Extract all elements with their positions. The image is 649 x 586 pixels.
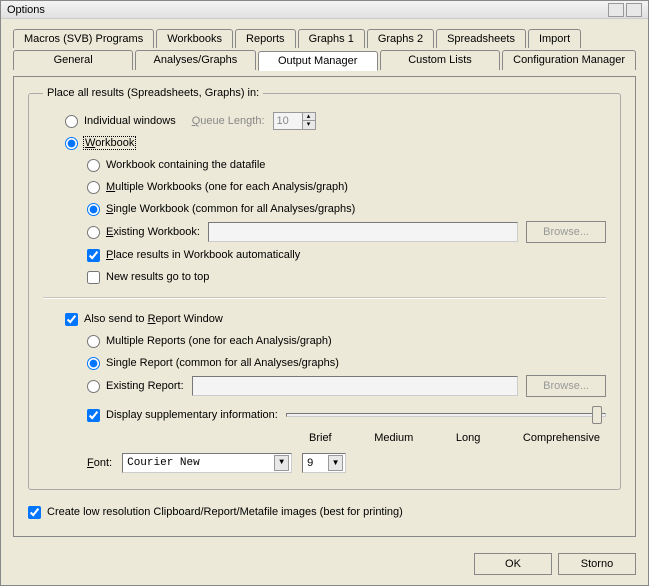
- display-supplementary-label: Display supplementary information:: [106, 409, 278, 421]
- queue-length-input[interactable]: [274, 113, 302, 129]
- chevron-down-icon[interactable]: ▼: [328, 455, 343, 471]
- place-results-group: Place all results (Spreadsheets, Graphs)…: [28, 87, 621, 490]
- wb-existing-radio[interactable]: [87, 226, 100, 239]
- wb-existing-path-field[interactable]: [208, 222, 518, 242]
- tab-reports[interactable]: Reports: [235, 29, 296, 48]
- display-supplementary-checkbox[interactable]: [87, 409, 100, 422]
- low-res-images-checkbox[interactable]: [28, 506, 41, 519]
- group-legend: Place all results (Spreadsheets, Graphs)…: [43, 87, 263, 99]
- wb-multiple-radio[interactable]: [87, 181, 100, 194]
- tick-medium: Medium: [374, 432, 413, 444]
- tab-macros[interactable]: Macros (SVB) Programs: [13, 29, 154, 48]
- tab-panel: Place all results (Spreadsheets, Graphs)…: [13, 76, 636, 537]
- rpt-multiple-label: Multiple Reports (one for each Analysis/…: [106, 335, 332, 347]
- titlebar-button-2[interactable]: [626, 3, 642, 17]
- place-auto-checkbox[interactable]: [87, 249, 100, 262]
- titlebar: Options: [1, 1, 648, 19]
- tick-brief: Brief: [309, 432, 332, 444]
- font-size-combo[interactable]: 9 ▼: [302, 453, 346, 473]
- rpt-single-label: Single Report (common for all Analyses/g…: [106, 357, 339, 369]
- spinner-down-icon[interactable]: ▾: [303, 121, 315, 129]
- window-title: Options: [7, 4, 45, 16]
- tab-analyses-graphs[interactable]: Analyses/Graphs: [135, 50, 255, 70]
- options-window: Options Macros (SVB) Programs Workbooks …: [0, 0, 649, 586]
- font-combo-value: Courier New: [127, 457, 274, 469]
- tab-strip: Macros (SVB) Programs Workbooks Reports …: [13, 29, 636, 70]
- individual-windows-label: Individual windows: [84, 115, 176, 127]
- wb-single-radio[interactable]: [87, 203, 100, 216]
- rpt-existing-path-field[interactable]: [192, 376, 518, 396]
- spinner-up-icon[interactable]: ▴: [303, 113, 315, 121]
- also-send-report-checkbox[interactable]: [65, 313, 78, 326]
- wb-existing-label: Existing Workbook:: [106, 226, 200, 238]
- detail-slider[interactable]: [286, 406, 606, 424]
- new-results-top-checkbox[interactable]: [87, 271, 100, 284]
- tab-graphs2[interactable]: Graphs 2: [367, 29, 434, 48]
- titlebar-buttons: [608, 3, 642, 17]
- titlebar-button-1[interactable]: [608, 3, 624, 17]
- content-area: Macros (SVB) Programs Workbooks Reports …: [1, 19, 648, 547]
- wb-browse-button[interactable]: Browse...: [526, 221, 606, 243]
- rpt-browse-button[interactable]: Browse...: [526, 375, 606, 397]
- slider-thumb[interactable]: [592, 406, 602, 424]
- font-combo[interactable]: Courier New ▼: [122, 453, 292, 473]
- wb-containing-datafile-radio[interactable]: [87, 159, 100, 172]
- rpt-existing-label: Existing Report:: [106, 380, 184, 392]
- tick-comprehensive: Comprehensive: [523, 432, 600, 444]
- queue-length-spinner[interactable]: ▴ ▾: [273, 112, 316, 130]
- queue-length-label: Queue Length:: [192, 115, 265, 127]
- wb-single-label: Single Workbook (common for all Analyses…: [106, 203, 355, 215]
- rpt-single-radio[interactable]: [87, 357, 100, 370]
- wb-containing-datafile-label: Workbook containing the datafile: [106, 159, 265, 171]
- tab-graphs1[interactable]: Graphs 1: [298, 29, 365, 48]
- individual-windows-radio[interactable]: [65, 115, 78, 128]
- tab-output-manager[interactable]: Output Manager: [258, 51, 378, 71]
- chevron-down-icon[interactable]: ▼: [274, 455, 289, 471]
- tab-import[interactable]: Import: [528, 29, 581, 48]
- tab-configuration-manager[interactable]: Configuration Manager: [502, 50, 636, 70]
- rpt-multiple-radio[interactable]: [87, 335, 100, 348]
- divider: [43, 297, 606, 299]
- tab-spreadsheets[interactable]: Spreadsheets: [436, 29, 526, 48]
- workbook-label: Workbook: [84, 137, 135, 149]
- place-auto-label: Place results in Workbook automatically: [106, 249, 300, 261]
- font-size-value: 9: [307, 457, 328, 469]
- rpt-existing-radio[interactable]: [87, 380, 100, 393]
- tab-custom-lists[interactable]: Custom Lists: [380, 50, 500, 70]
- wb-multiple-label: Multiple Workbooks (one for each Analysi…: [106, 181, 348, 193]
- tab-workbooks[interactable]: Workbooks: [156, 29, 233, 48]
- cancel-button[interactable]: Storno: [558, 553, 636, 575]
- font-label: Font:: [87, 457, 112, 469]
- slider-tick-labels: Brief Medium Long Comprehensive: [303, 432, 606, 444]
- slider-track: [286, 413, 606, 417]
- low-res-images-label: Create low resolution Clipboard/Report/M…: [47, 506, 403, 518]
- tab-general[interactable]: General: [13, 50, 133, 70]
- dialog-buttons: OK Storno: [1, 547, 648, 585]
- new-results-top-label: New results go to top: [106, 271, 209, 283]
- also-send-report-label: Also send to Report Window: [84, 313, 223, 325]
- tick-long: Long: [456, 432, 480, 444]
- ok-button[interactable]: OK: [474, 553, 552, 575]
- workbook-radio[interactable]: [65, 137, 78, 150]
